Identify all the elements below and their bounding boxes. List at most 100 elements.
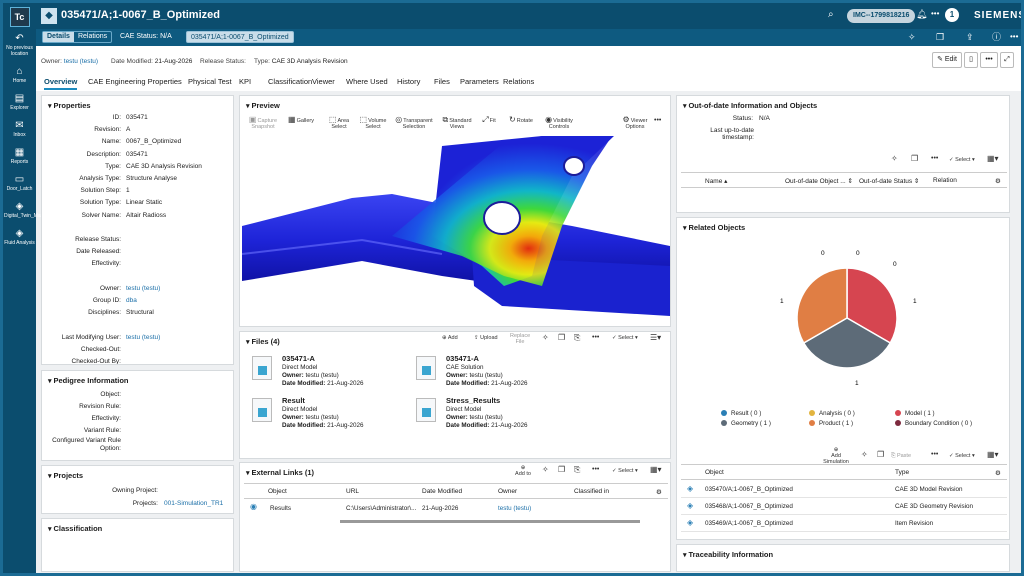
tab-where-used[interactable]: Where Used [346,77,388,86]
select-files-button[interactable]: ✓ Select ▾ [612,335,638,341]
copy-icon[interactable]: ❐ [911,155,918,163]
help-icon[interactable]: ⓘ [988,31,1005,43]
copy-files-icon[interactable]: ❐ [558,334,565,342]
cut-link-icon[interactable]: ⎘ [574,466,580,474]
file-name[interactable]: Result [282,396,305,405]
nav-item-1[interactable]: ⌂ Home [4,66,35,84]
tab-cae-engineering-properties[interactable]: CAE Engineering Properties [88,77,182,86]
external-links-header[interactable]: External Links (1) [246,468,314,477]
table-row[interactable]: ◈ 035470/A;1-0067_B_Optimized CAE 3D Model… [681,482,1007,498]
horizontal-scrollbar[interactable] [340,520,640,523]
legend-item[interactable]: Analysis ( 0 ) [809,410,855,417]
legend-item[interactable]: Product ( 1 ) [809,420,853,427]
col-classified-in[interactable]: Classified in [574,488,609,495]
outofdate-header[interactable]: Out-of-date Information and Objects [683,101,817,110]
col-name[interactable]: Name ▴ [705,177,727,185]
legend-item[interactable]: Geometry ( 1 ) [721,420,771,427]
table-row[interactable]: ◈ 035468/A;1-0067_B_Optimized CAE 3D Geome… [681,499,1007,515]
col-relation[interactable]: Relation [933,177,957,184]
select-link-button[interactable]: ✓ Select ▾ [612,468,638,474]
projects-header[interactable]: Projects [48,471,83,480]
table-row[interactable]: ◉ Results C:\Users\Administrator\... 21-… [250,502,670,517]
file-item[interactable]: Stress_Results Direct Model Owner: testu (… [416,396,566,436]
preview-tool-7[interactable]: ↻Rotate [504,116,538,125]
preview-tool-4[interactable]: ◎Transparent Selection [392,116,436,131]
preview-tool-6[interactable]: ⤢Fit [472,116,506,125]
property-value[interactable]: dba [126,297,137,304]
tab-physical-test[interactable]: Physical Test [188,77,232,86]
more-icon[interactable]: ••• [931,155,938,162]
tab-details[interactable]: Details [43,32,74,42]
settings-icon[interactable]: ⚙ [995,469,1001,477]
table-view-icon[interactable]: ▦▾ [987,155,999,163]
search-icon[interactable]: ⌕ [828,9,834,20]
owner-link[interactable]: testu (testu) [64,58,98,65]
preview-header[interactable]: Preview [246,101,279,110]
tab-classification[interactable]: Classification [268,77,312,86]
bell-icon[interactable]: 🔔︎ [916,9,927,20]
copy-icon[interactable]: ❐ [877,451,884,459]
settings-icon[interactable]: ⚙ [995,177,1001,185]
select-button[interactable]: ✓ Select ▾ [949,157,975,163]
nav-item-3[interactable]: ✉ Inbox [4,120,35,138]
more-link-icon[interactable]: ••• [592,466,599,473]
file-item[interactable]: Result Direct Model Owner: testu (testu) Da… [252,396,402,436]
row-owner[interactable]: testu (testu) [498,505,531,512]
table-view-icon[interactable]: ▦▾ [987,451,999,459]
avatar[interactable]: 1 [945,8,959,22]
pin-link-icon[interactable]: ✧ [542,466,549,474]
copy-link-icon[interactable]: ❐ [558,466,565,474]
legend-item[interactable]: Result ( 0 ) [721,410,761,417]
pin-icon[interactable]: ✧ [861,451,868,459]
preview-tool-5[interactable]: ⧉Standard Views [440,116,474,131]
add-link-button[interactable]: ⊕ Add to [512,465,534,477]
upload-button[interactable]: ⇪ Upload [474,335,498,341]
overflow-icon[interactable]: ••• [1006,31,1021,43]
traceability-header[interactable]: Traceability Information [683,550,773,559]
tab-overview[interactable]: Overview [44,77,78,90]
more-icon[interactable]: ••• [931,451,938,458]
preview-tool-3[interactable]: ⬚Volume Select [356,116,390,131]
teamcenter-logo[interactable]: Tc [9,7,30,27]
tab-viewer[interactable]: Viewer [312,77,335,86]
copy-icon[interactable]: ❐ [932,31,948,43]
settings-icon[interactable]: ⚙ [656,488,662,496]
pin-icon[interactable]: ✧ [904,31,920,43]
tab-parameters[interactable]: Parameters [460,77,499,86]
file-name[interactable]: 035471-A [282,354,315,363]
tab-history[interactable]: History [397,77,420,86]
more-button[interactable]: ••• [980,52,998,68]
legend-item[interactable]: Model ( 1 ) [895,410,935,417]
property-value[interactable]: testu (testu) [126,285,160,292]
fullscreen-icon[interactable]: ⤢ [1000,52,1014,68]
col-url[interactable]: URL [346,488,359,495]
file-name[interactable]: Stress_Results [446,396,500,405]
nav-item-7[interactable]: ◈ Fluid Analysis [4,228,35,246]
tab-relations[interactable]: Relations [74,32,111,42]
related-objects-header[interactable]: Related Objects [683,223,745,232]
preview-tool-0[interactable]: ▣Capture Snapshot [246,116,280,131]
col-type[interactable]: Type [895,469,909,476]
file-item[interactable]: 035471-A Direct Model Owner: testu (testu)… [252,354,402,394]
table-view-icon[interactable]: ▦▾ [650,466,662,474]
pedigree-header[interactable]: Pedigree Information [48,376,128,385]
files-header[interactable]: Files (4) [246,337,279,346]
page-icon[interactable]: ▯ [964,52,978,68]
nav-item-0[interactable]: ↶ No previous location [4,33,35,57]
preview-tool-2[interactable]: ⬚Area Select [322,116,356,131]
list-view-icon[interactable]: ☰▾ [650,334,661,342]
tab-relations[interactable]: Relations [503,77,534,86]
col-date-modified[interactable]: Date Modified [422,488,462,495]
table-row[interactable]: ◈ 035469/A;1-0067_B_Optimized Item Revisio… [681,516,1007,532]
preview-more-icon[interactable]: ••• [654,117,661,124]
col-object[interactable]: Object [268,488,287,495]
edit-button[interactable]: ✎ Edit [932,52,962,68]
legend-item[interactable]: Boundary Condition ( 0 ) [895,420,972,427]
tab-files[interactable]: Files [434,77,450,86]
preview-tool-8[interactable]: ◉Visibility Controls [542,116,576,131]
paste-button[interactable]: ⎘ Paste [891,453,911,459]
nav-item-2[interactable]: ▤ Explorer [4,93,35,111]
properties-header[interactable]: Properties [48,101,90,110]
col-object[interactable]: Object [705,469,724,476]
preview-tool-1[interactable]: ▦Gallery [284,116,318,125]
